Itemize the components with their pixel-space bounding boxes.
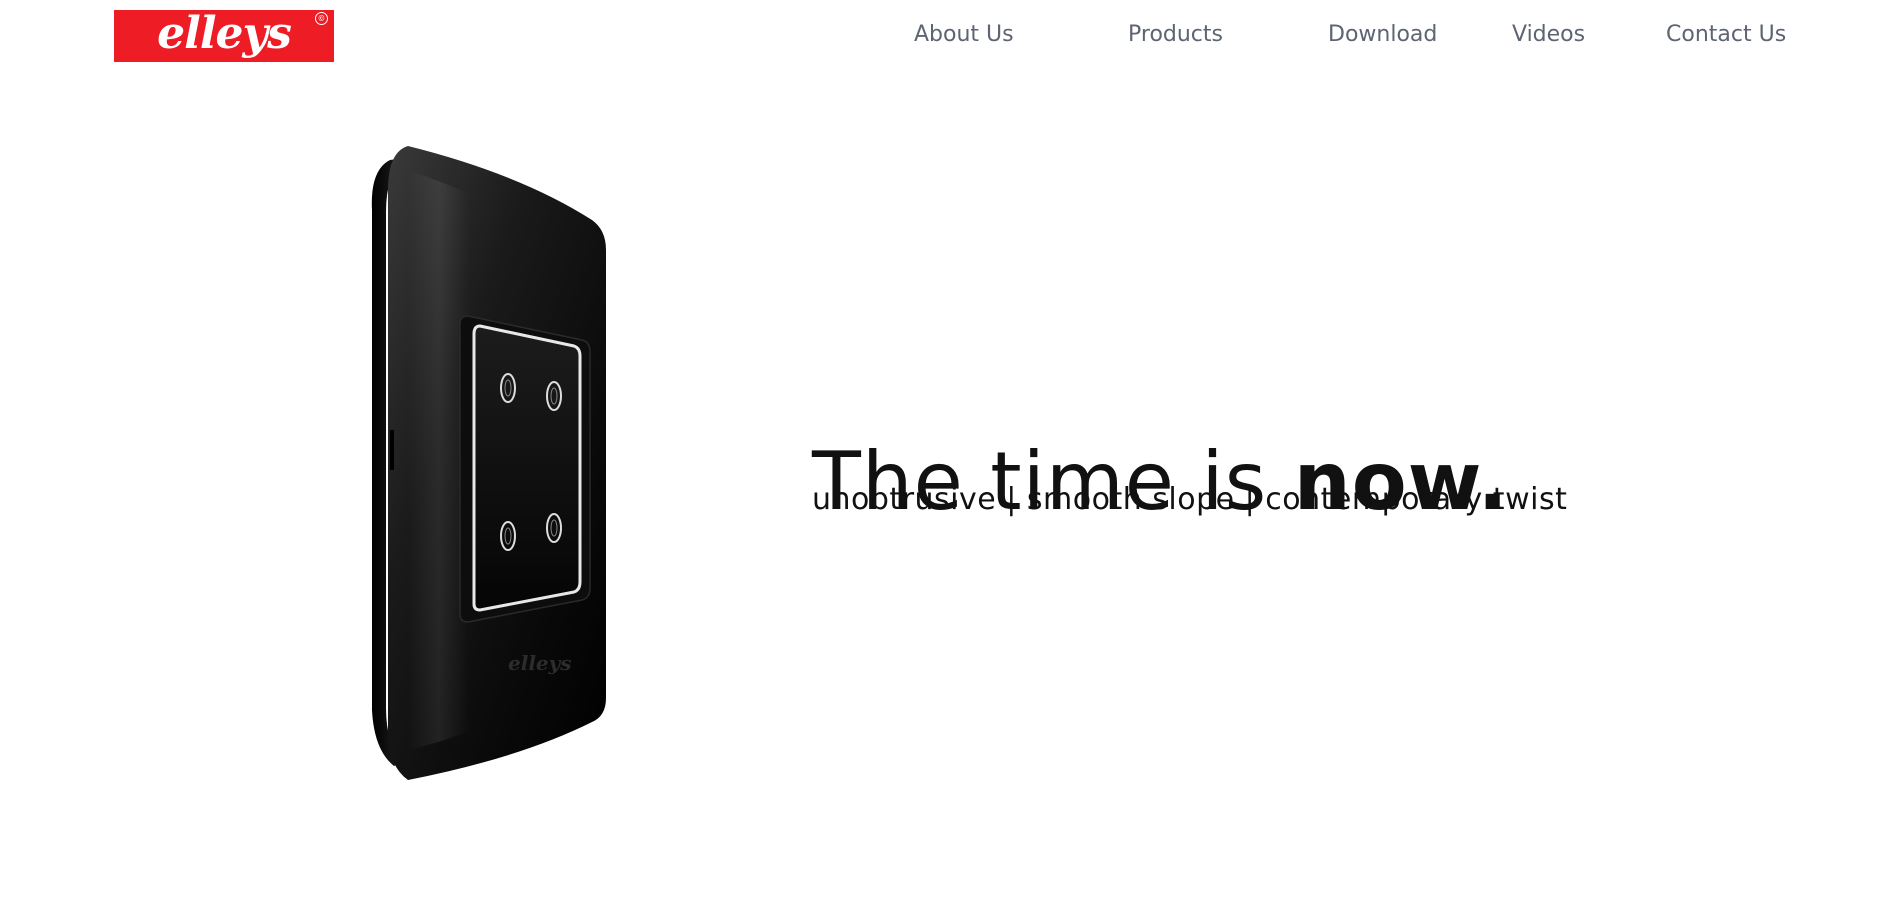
nav-contact-us[interactable]: Contact Us <box>1666 22 1786 47</box>
plate-brand-text: elleys <box>508 651 572 675</box>
nav-videos[interactable]: Videos <box>1512 22 1585 47</box>
main-nav: About Us Products Download Videos Contac… <box>0 22 1892 52</box>
page: elleys © About Us Products Download Vide… <box>0 0 1892 903</box>
nav-products[interactable]: Products <box>1128 22 1223 47</box>
hero-tagline: unobtrusive | smooth slope | contemporar… <box>812 482 1568 517</box>
nav-download[interactable]: Download <box>1328 22 1437 47</box>
switch-plate-illustration: elleys <box>371 146 606 780</box>
hero-product-image: elleys <box>360 130 640 780</box>
nav-about-us[interactable]: About Us <box>914 22 1014 47</box>
